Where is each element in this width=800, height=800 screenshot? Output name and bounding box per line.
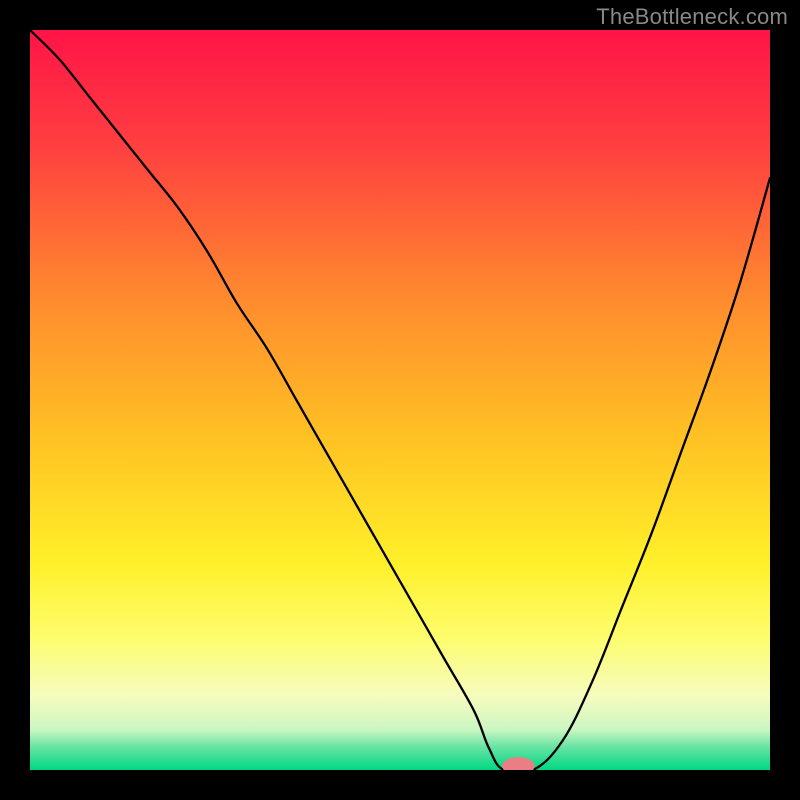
gradient-background <box>30 30 770 770</box>
chart-plot-area <box>30 30 770 770</box>
attribution-text: TheBottleneck.com <box>596 4 788 30</box>
bottleneck-plot <box>30 30 770 770</box>
chart-frame: TheBottleneck.com <box>0 0 800 800</box>
